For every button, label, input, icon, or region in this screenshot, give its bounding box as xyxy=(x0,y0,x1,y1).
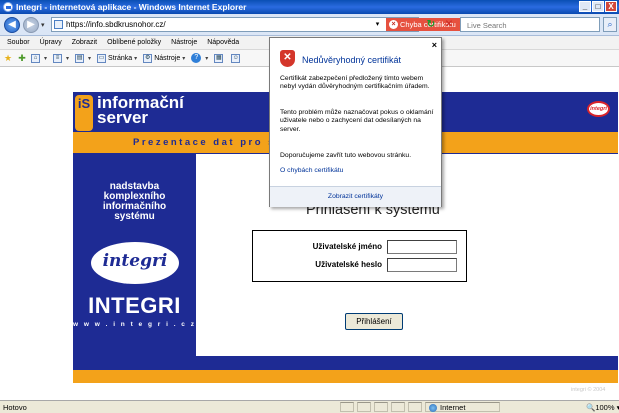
popup-title: Nedůvěryhodný certifikát xyxy=(302,55,402,65)
add-favorite-icon[interactable]: ✚ xyxy=(17,53,27,63)
home-button[interactable]: ⌂ ▾ xyxy=(31,53,47,63)
research-button[interactable]: ▦ xyxy=(214,53,225,63)
stop-icon[interactable]: ✕ xyxy=(442,18,456,31)
messenger-icon: ☺ xyxy=(231,53,241,63)
forward-button[interactable]: ▶ xyxy=(23,17,39,33)
integri-script-logo: integri xyxy=(91,242,179,284)
menu-upravy[interactable]: Úpravy xyxy=(35,39,67,46)
help-button[interactable]: ? ▾ xyxy=(191,53,208,63)
page-icon xyxy=(54,20,63,29)
window-titlebar: Integri - internetová aplikace - Windows… xyxy=(0,0,619,14)
password-input[interactable] xyxy=(387,258,457,272)
feeds-icon: ≡ xyxy=(53,53,63,63)
zone-label: Internet xyxy=(440,403,466,412)
status-cell xyxy=(408,402,422,412)
back-button[interactable]: ◀ xyxy=(4,17,20,33)
close-window-button[interactable]: X xyxy=(605,1,617,12)
menu-oblibene[interactable]: Oblíbené položky xyxy=(102,39,166,46)
view-certificates-link[interactable]: Zobrazit certifikáty xyxy=(270,193,441,200)
status-bar: Hotovo Internet 🔍100% ▾ xyxy=(0,400,619,413)
status-cell xyxy=(340,402,354,412)
help-icon: ? xyxy=(191,53,202,63)
popup-paragraph: Doporučujeme zavřít tuto webovou stránku… xyxy=(280,152,412,159)
status-cell xyxy=(391,402,405,412)
home-icon: ⌂ xyxy=(31,53,40,63)
popup-paragraph: Tento problém může naznačovat pokus o ok… xyxy=(280,109,434,133)
zoom-control[interactable]: 🔍100% ▾ xyxy=(586,403,619,412)
copyright: integri © 2004 xyxy=(571,387,606,393)
address-field[interactable]: https://info.sbdkrusnohor.cz/ ▾ × Chyba … xyxy=(51,17,466,32)
maximize-button[interactable]: □ xyxy=(592,1,604,12)
certificate-error-popup: × ✕ Nedůvěryhodný certifikát Certifikát … xyxy=(269,37,442,207)
site-sidebar: nadstavba komplexního informačního systé… xyxy=(73,154,196,356)
popup-paragraph: Certifikát zabezpečení předložený tímto … xyxy=(280,75,430,91)
status-cell xyxy=(374,402,388,412)
minimize-button[interactable]: _ xyxy=(579,1,591,12)
window-title: Integri - internetová aplikace - Windows… xyxy=(16,2,247,12)
username-row: Uživatelské jméno xyxy=(253,240,468,256)
ie-icon xyxy=(3,2,13,12)
integri-brand: INTEGRI xyxy=(88,293,181,318)
globe-icon xyxy=(429,404,437,412)
status-cell xyxy=(357,402,371,412)
search-icon[interactable]: ⌕ xyxy=(603,17,617,32)
menu-zobrazit[interactable]: Zobrazit xyxy=(67,39,102,46)
cert-errors-link[interactable]: O chybách certifikátu xyxy=(280,167,343,174)
address-dropdown-icon[interactable]: ▾ xyxy=(372,19,383,30)
username-input[interactable] xyxy=(387,240,457,254)
history-dropdown-icon[interactable]: ▾ xyxy=(41,21,45,29)
print-icon: ▤ xyxy=(75,53,85,63)
footer-navy-bar xyxy=(73,356,618,370)
integri-url: w w w . i n t e g r i . c z xyxy=(73,321,196,328)
security-zone[interactable]: Internet xyxy=(425,402,500,412)
search-field[interactable] xyxy=(460,17,600,32)
integri-badge-logo: integri xyxy=(587,101,610,117)
favorites-star-icon[interactable]: ★ xyxy=(3,53,13,63)
username-label: Uživatelské jméno xyxy=(312,242,382,251)
menu-nastroje[interactable]: Nástroje xyxy=(166,39,202,46)
is-logo-icon: iS xyxy=(75,95,93,131)
page-menu-button[interactable]: ▭ Stránka ▾ xyxy=(97,53,137,63)
menu-napoveda[interactable]: Nápověda xyxy=(202,39,244,46)
feeds-button[interactable]: ≡ ▾ xyxy=(53,53,69,63)
login-button[interactable]: Přihlášení xyxy=(345,313,403,330)
popup-footer: Zobrazit certifikáty xyxy=(270,186,441,207)
sidebar-description: nadstavba komplexního informačního systé… xyxy=(102,181,167,222)
address-toolbar: ◀ ▶ ▾ https://info.sbdkrusnohor.cz/ ▾ × … xyxy=(0,14,619,36)
messenger-button[interactable]: ☺ xyxy=(231,53,242,63)
url-text[interactable]: https://info.sbdkrusnohor.cz/ xyxy=(66,20,166,29)
footer-orange-bar xyxy=(73,370,618,383)
menu-soubor[interactable]: Soubor xyxy=(2,39,35,46)
page-menu-icon: ▭ xyxy=(97,53,107,63)
tools-menu-button[interactable]: ⚙ Nástroje ▾ xyxy=(143,53,185,63)
password-row: Uživatelské heslo xyxy=(253,258,468,274)
window-controls: _ □ X xyxy=(579,1,617,12)
cert-error-icon: × xyxy=(389,20,398,29)
research-icon: ▦ xyxy=(214,53,224,63)
shield-error-icon: ✕ xyxy=(280,50,295,67)
print-button[interactable]: ▤ ▾ xyxy=(75,53,91,63)
password-label: Uživatelské heslo xyxy=(315,260,382,269)
popup-close-button[interactable]: × xyxy=(432,40,437,50)
status-text: Hotovo xyxy=(3,403,27,412)
refresh-icon[interactable]: ↻ xyxy=(424,18,438,31)
site-logo-text: informační server xyxy=(97,93,184,127)
login-form: Uživatelské jméno Uživatelské heslo xyxy=(252,230,467,282)
tools-gear-icon: ⚙ xyxy=(143,53,153,63)
search-input[interactable] xyxy=(467,19,597,31)
